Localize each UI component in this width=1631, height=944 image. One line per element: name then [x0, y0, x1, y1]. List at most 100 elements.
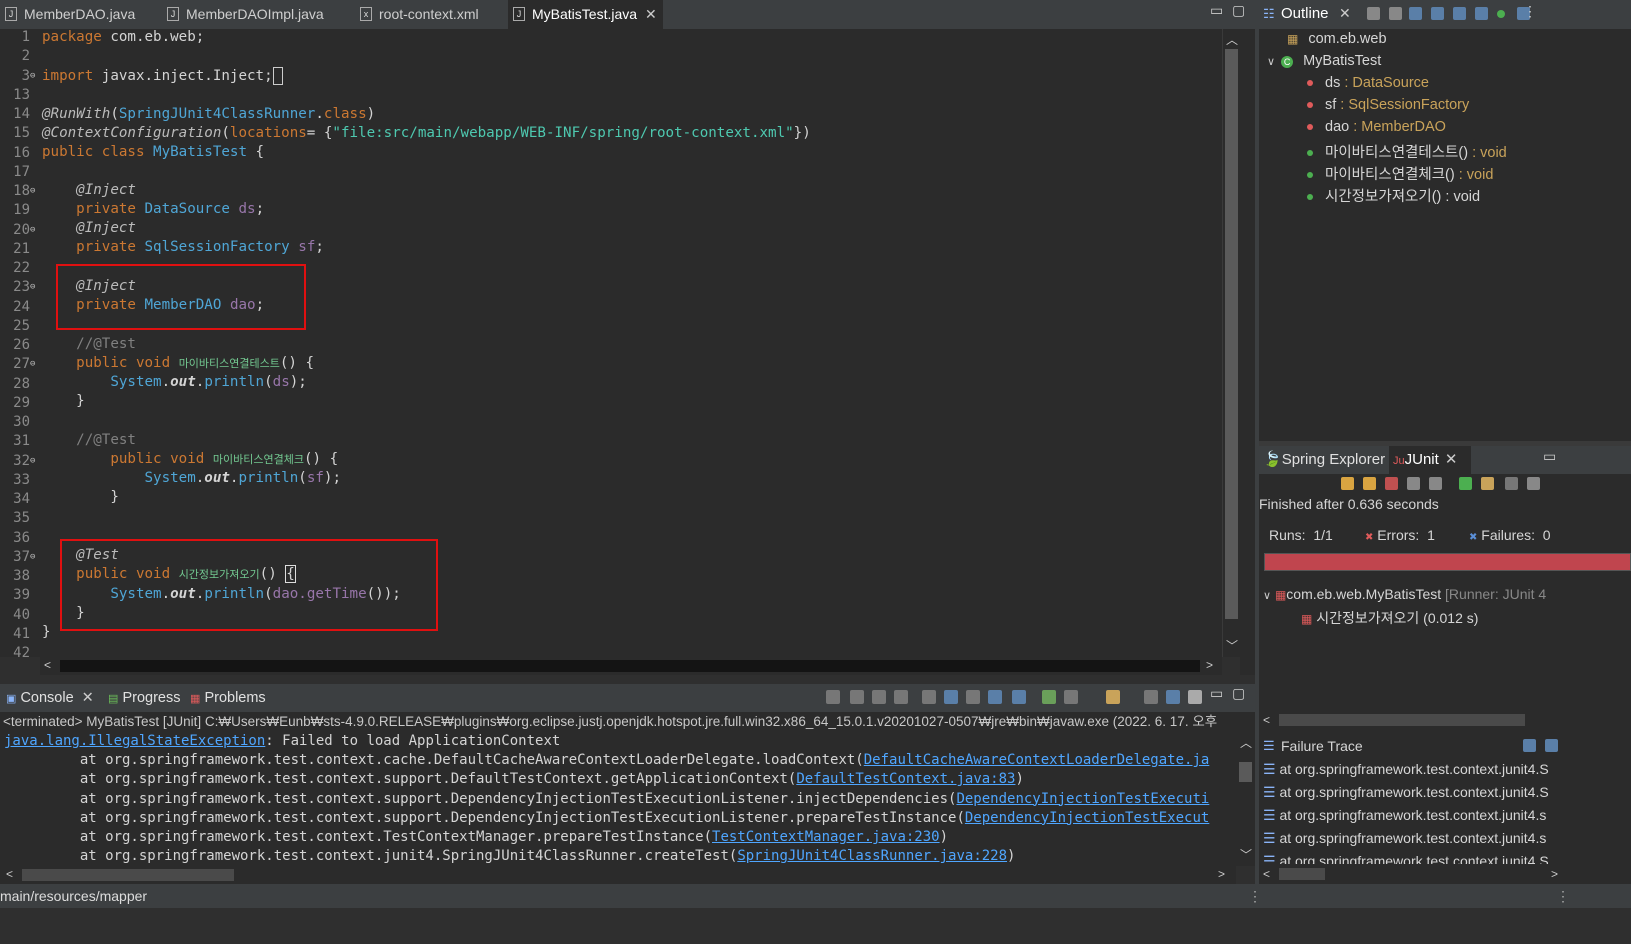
- folded-block-icon[interactable]: [272, 67, 283, 85]
- tab-problems[interactable]: ▦ Problems: [190, 684, 266, 712]
- fold-toggle-icon[interactable]: ⊖: [30, 359, 38, 369]
- close-icon[interactable]: ✕: [645, 6, 657, 22]
- scrollbar-thumb[interactable]: [1225, 49, 1238, 619]
- text-style-icon[interactable]: [1166, 690, 1180, 704]
- history-icon[interactable]: [1527, 477, 1540, 490]
- rerun-failed-icon[interactable]: [1481, 477, 1494, 490]
- fold-toggle-icon[interactable]: ⊖: [30, 282, 38, 292]
- console-horizontal-scrollbar[interactable]: < >: [0, 866, 1236, 884]
- settings-icon[interactable]: [1188, 690, 1202, 704]
- console-output[interactable]: java.lang.IllegalStateException: Failed …: [0, 732, 1236, 866]
- copy-icon[interactable]: [1144, 690, 1158, 704]
- maximize-icon[interactable]: ▢: [1232, 685, 1245, 702]
- tab-progress[interactable]: ▤ Progress: [108, 684, 180, 712]
- close-icon[interactable]: ✕: [1339, 5, 1351, 22]
- trace-line[interactable]: ☰ at org.springframework.test.context.ju…: [1263, 807, 1546, 824]
- outline-member[interactable]: 시간정보가져오기() : void: [1307, 185, 1480, 206]
- show-on-output-icon[interactable]: [988, 690, 1002, 704]
- console-vertical-scrollbar[interactable]: ︿ ﹀: [1236, 732, 1255, 866]
- display-console-icon[interactable]: [1064, 690, 1078, 704]
- hide-static-icon[interactable]: [1453, 7, 1466, 20]
- fold-toggle-icon[interactable]: ⊖: [30, 186, 38, 196]
- stop-icon[interactable]: [1505, 477, 1518, 490]
- minimize-icon[interactable]: ▭: [1543, 448, 1556, 465]
- scroll-left-icon[interactable]: <: [44, 658, 51, 672]
- previous-failure-icon[interactable]: [1363, 477, 1376, 490]
- fold-toggle-icon[interactable]: ⊖: [30, 552, 38, 562]
- open-console-icon[interactable]: [1106, 690, 1120, 704]
- close-icon[interactable]: ✕: [82, 690, 94, 706]
- filter-stack-icon[interactable]: [1545, 739, 1558, 752]
- trace-hscrollbar[interactable]: < >: [1259, 864, 1631, 884]
- fold-toggle-icon[interactable]: ⊖: [30, 71, 38, 81]
- stack-trace-link[interactable]: DependencyInjectionTestExecut: [965, 810, 1209, 826]
- hide-local-types-icon[interactable]: [1497, 10, 1505, 18]
- scroll-down-icon[interactable]: ﹀: [1240, 846, 1252, 863]
- close-icon[interactable]: ✕: [1445, 451, 1458, 468]
- minimize-icon[interactable]: ▭: [1210, 2, 1223, 19]
- test-tree-root[interactable]: ∨ ▦com.eb.web.MyBatisTest [Runner: JUnit…: [1263, 586, 1546, 602]
- tab-root-context-xml[interactable]: x root-context.xml: [355, 0, 505, 29]
- scroll-left-icon[interactable]: <: [1263, 867, 1270, 881]
- outline-package[interactable]: ▦ com.eb.web: [1287, 31, 1387, 47]
- remove-all-icon[interactable]: [894, 690, 908, 704]
- scroll-up-icon[interactable]: ︿: [1240, 734, 1252, 751]
- stack-trace-link[interactable]: TestContextManager.java:230: [712, 829, 940, 845]
- tab-memberdao-java[interactable]: J MemberDAO.java: [0, 0, 160, 29]
- more-icon[interactable]: ⋮: [1556, 884, 1570, 908]
- hide-nonpublic-icon[interactable]: [1475, 7, 1488, 20]
- editor-horizontal-scrollbar[interactable]: < >: [40, 657, 1222, 675]
- junit-tree-hscrollbar[interactable]: <: [1259, 710, 1631, 730]
- pin-console-icon[interactable]: [1042, 690, 1056, 704]
- scroll-left-icon[interactable]: <: [6, 867, 13, 881]
- chevron-down-icon[interactable]: ∨: [1267, 56, 1275, 68]
- chevron-down-icon[interactable]: ∨: [1263, 590, 1271, 602]
- scroll-right-icon[interactable]: >: [1206, 658, 1213, 672]
- stop-icon[interactable]: [850, 690, 864, 704]
- scroll-down-icon[interactable]: ﹀: [1226, 637, 1238, 654]
- outline-member[interactable]: 마이바티스연결체크() : void: [1307, 163, 1493, 184]
- outline-member[interactable]: 마이바티스연결테스트() : void: [1307, 141, 1507, 162]
- layout-icon[interactable]: [1429, 477, 1442, 490]
- maximize-icon[interactable]: ▢: [1232, 2, 1245, 19]
- stack-trace-link[interactable]: DefaultTestContext.java:83: [796, 771, 1015, 787]
- scrollbar-thumb[interactable]: [1279, 868, 1325, 880]
- show-failures-only-icon[interactable]: [1385, 477, 1398, 490]
- rerun-icon[interactable]: [1459, 477, 1472, 490]
- outline-member[interactable]: sf : SqlSessionFactory: [1307, 97, 1469, 113]
- minimize-icon[interactable]: ▭: [1210, 685, 1223, 702]
- scroll-right-icon[interactable]: >: [1551, 867, 1558, 881]
- scroll-lock-icon[interactable]: [1407, 477, 1420, 490]
- scrollbar-thumb[interactable]: [22, 869, 234, 881]
- trace-line[interactable]: ☰ at org.springframework.test.context.ju…: [1263, 830, 1546, 847]
- scrollbar-thumb[interactable]: [1279, 714, 1525, 726]
- test-tree-item[interactable]: ▦ 시간정보가져오기 (0.012 s): [1301, 608, 1478, 628]
- outline-class[interactable]: ∨ C MyBatisTest: [1267, 53, 1381, 69]
- show-on-error-icon[interactable]: [1012, 690, 1026, 704]
- scroll-right-icon[interactable]: >: [1218, 867, 1225, 881]
- scroll-lock-icon[interactable]: [944, 690, 958, 704]
- trace-line[interactable]: ☰ at org.springframework.test.context.ju…: [1263, 784, 1549, 801]
- outline-member[interactable]: dao : MemberDAO: [1307, 119, 1446, 135]
- remove-launch-icon[interactable]: [872, 690, 886, 704]
- fold-toggle-icon[interactable]: ⊖: [30, 225, 38, 235]
- scrollbar-thumb[interactable]: [1239, 762, 1252, 782]
- tab-spring-explorer[interactable]: 🍃Spring Explorer: [1259, 446, 1385, 474]
- more-icon[interactable]: ⋮: [1248, 884, 1262, 908]
- trace-line[interactable]: ☰ at org.springframework.test.context.ju…: [1263, 761, 1549, 778]
- stack-trace-link[interactable]: java.lang.IllegalStateException: [4, 733, 265, 749]
- hide-fields-icon[interactable]: [1431, 7, 1444, 20]
- sync-icon[interactable]: [826, 690, 840, 704]
- outline-member[interactable]: ds : DataSource: [1307, 75, 1429, 91]
- stack-trace-link[interactable]: SpringJUnit4ClassRunner.java:228: [737, 848, 1007, 864]
- tab-junit[interactable]: JuJUnit ✕: [1389, 446, 1471, 474]
- compare-result-icon[interactable]: [1523, 739, 1536, 752]
- pane-splitter[interactable]: [0, 675, 1255, 684]
- sort-alpha-icon[interactable]: [1409, 7, 1422, 20]
- clear-console-icon[interactable]: [922, 690, 936, 704]
- collapse-all-icon[interactable]: [1367, 7, 1380, 20]
- stack-trace-link[interactable]: DependencyInjectionTestExecuti: [956, 791, 1209, 807]
- scroll-up-icon[interactable]: ︿: [1226, 31, 1238, 48]
- sort-icon[interactable]: [1389, 7, 1402, 20]
- editor-vertical-scrollbar[interactable]: ︿ ﹀: [1222, 29, 1241, 657]
